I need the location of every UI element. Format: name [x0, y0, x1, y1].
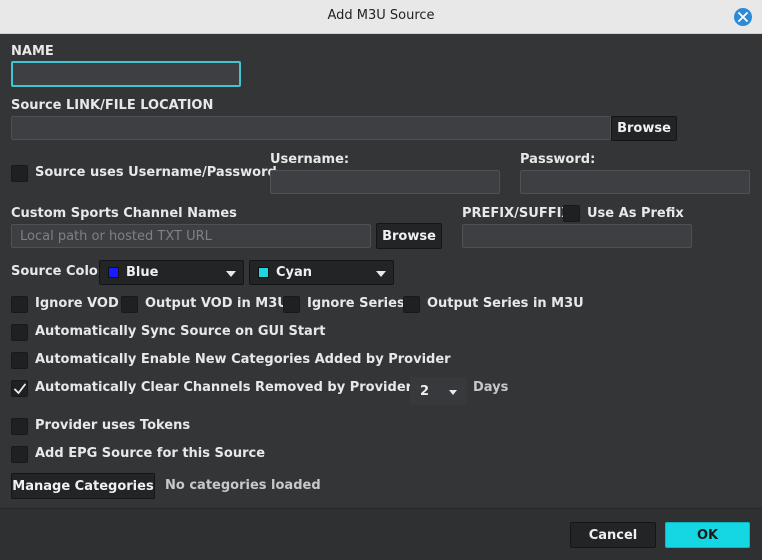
source-browse-button[interactable]: Browse — [611, 116, 677, 141]
secondary-color-value: Cyan — [276, 265, 313, 280]
dialog-content: NAME Source LINK/FILE LOCATION Browse So… — [0, 34, 762, 508]
use-as-prefix-checkbox[interactable] — [563, 205, 580, 222]
ignore-vod-checkbox[interactable] — [11, 296, 28, 313]
add-epg-checkbox[interactable] — [11, 446, 28, 463]
primary-color-swatch — [108, 267, 119, 278]
output-vod-label: Output VOD in M3U — [145, 296, 288, 311]
output-vod-checkbox[interactable] — [121, 296, 138, 313]
sports-names-input[interactable] — [11, 224, 371, 248]
prefix-suffix-input[interactable] — [462, 224, 692, 248]
chevron-down-icon — [376, 271, 386, 277]
days-select[interactable]: 2 — [410, 377, 467, 405]
auto-clear-channels-label: Automatically Clear Channels Removed by … — [35, 380, 454, 395]
secondary-color-swatch — [258, 267, 269, 278]
auto-enable-categories-label: Automatically Enable New Categories Adde… — [35, 352, 451, 367]
password-input[interactable] — [520, 170, 750, 194]
checkmark-icon — [14, 383, 26, 394]
primary-color-select[interactable]: Blue — [99, 260, 244, 285]
ignore-series-checkbox[interactable] — [283, 296, 300, 313]
username-input[interactable] — [270, 170, 500, 194]
ok-button[interactable]: OK — [665, 522, 750, 548]
provider-tokens-checkbox[interactable] — [11, 418, 28, 435]
source-color-label: Source Color — [11, 264, 105, 279]
name-input[interactable] — [11, 61, 241, 87]
cancel-button[interactable]: Cancel — [570, 522, 656, 548]
output-series-checkbox[interactable] — [403, 296, 420, 313]
secondary-color-select[interactable]: Cyan — [249, 260, 394, 285]
add-m3u-source-dialog: Add M3U Source NAME Source LINK/FILE LOC… — [0, 0, 762, 560]
username-label: Username: — [270, 152, 350, 167]
primary-color-value: Blue — [126, 265, 159, 280]
ignore-vod-label: Ignore VOD — [35, 296, 119, 311]
close-icon — [738, 12, 748, 22]
days-value: 2 — [420, 384, 430, 399]
add-epg-label: Add EPG Source for this Source — [35, 446, 266, 461]
window-title: Add M3U Source — [327, 8, 435, 23]
title-bar: Add M3U Source — [0, 0, 762, 34]
use-as-prefix-label: Use As Prefix — [587, 206, 684, 221]
chevron-down-icon — [226, 271, 236, 277]
source-location-label: Source LINK/FILE LOCATION — [11, 98, 214, 113]
close-button[interactable] — [734, 8, 752, 26]
chevron-down-icon — [449, 390, 457, 395]
categories-status: No categories loaded — [165, 478, 321, 493]
dialog-footer: Cancel OK — [0, 508, 762, 560]
manage-categories-button[interactable]: Manage Categories — [11, 473, 155, 499]
sports-browse-button[interactable]: Browse — [376, 223, 442, 249]
sports-names-label: Custom Sports Channel Names — [11, 206, 237, 221]
prefix-suffix-label: PREFIX/SUFFIX — [462, 206, 572, 221]
ignore-series-label: Ignore Series — [307, 296, 405, 311]
days-label: Days — [473, 380, 509, 395]
username-password-checkbox[interactable] — [11, 165, 28, 182]
auto-sync-label: Automatically Sync Source on GUI Start — [35, 324, 326, 339]
password-label: Password: — [520, 152, 596, 167]
username-password-label: Source uses Username/Password — [35, 165, 277, 180]
name-label: NAME — [11, 44, 54, 59]
auto-enable-categories-checkbox[interactable] — [11, 352, 28, 369]
source-location-input[interactable] — [11, 116, 611, 140]
auto-clear-channels-checkbox[interactable] — [11, 380, 28, 397]
output-series-label: Output Series in M3U — [427, 296, 584, 311]
auto-sync-checkbox[interactable] — [11, 324, 28, 341]
provider-tokens-label: Provider uses Tokens — [35, 418, 191, 433]
